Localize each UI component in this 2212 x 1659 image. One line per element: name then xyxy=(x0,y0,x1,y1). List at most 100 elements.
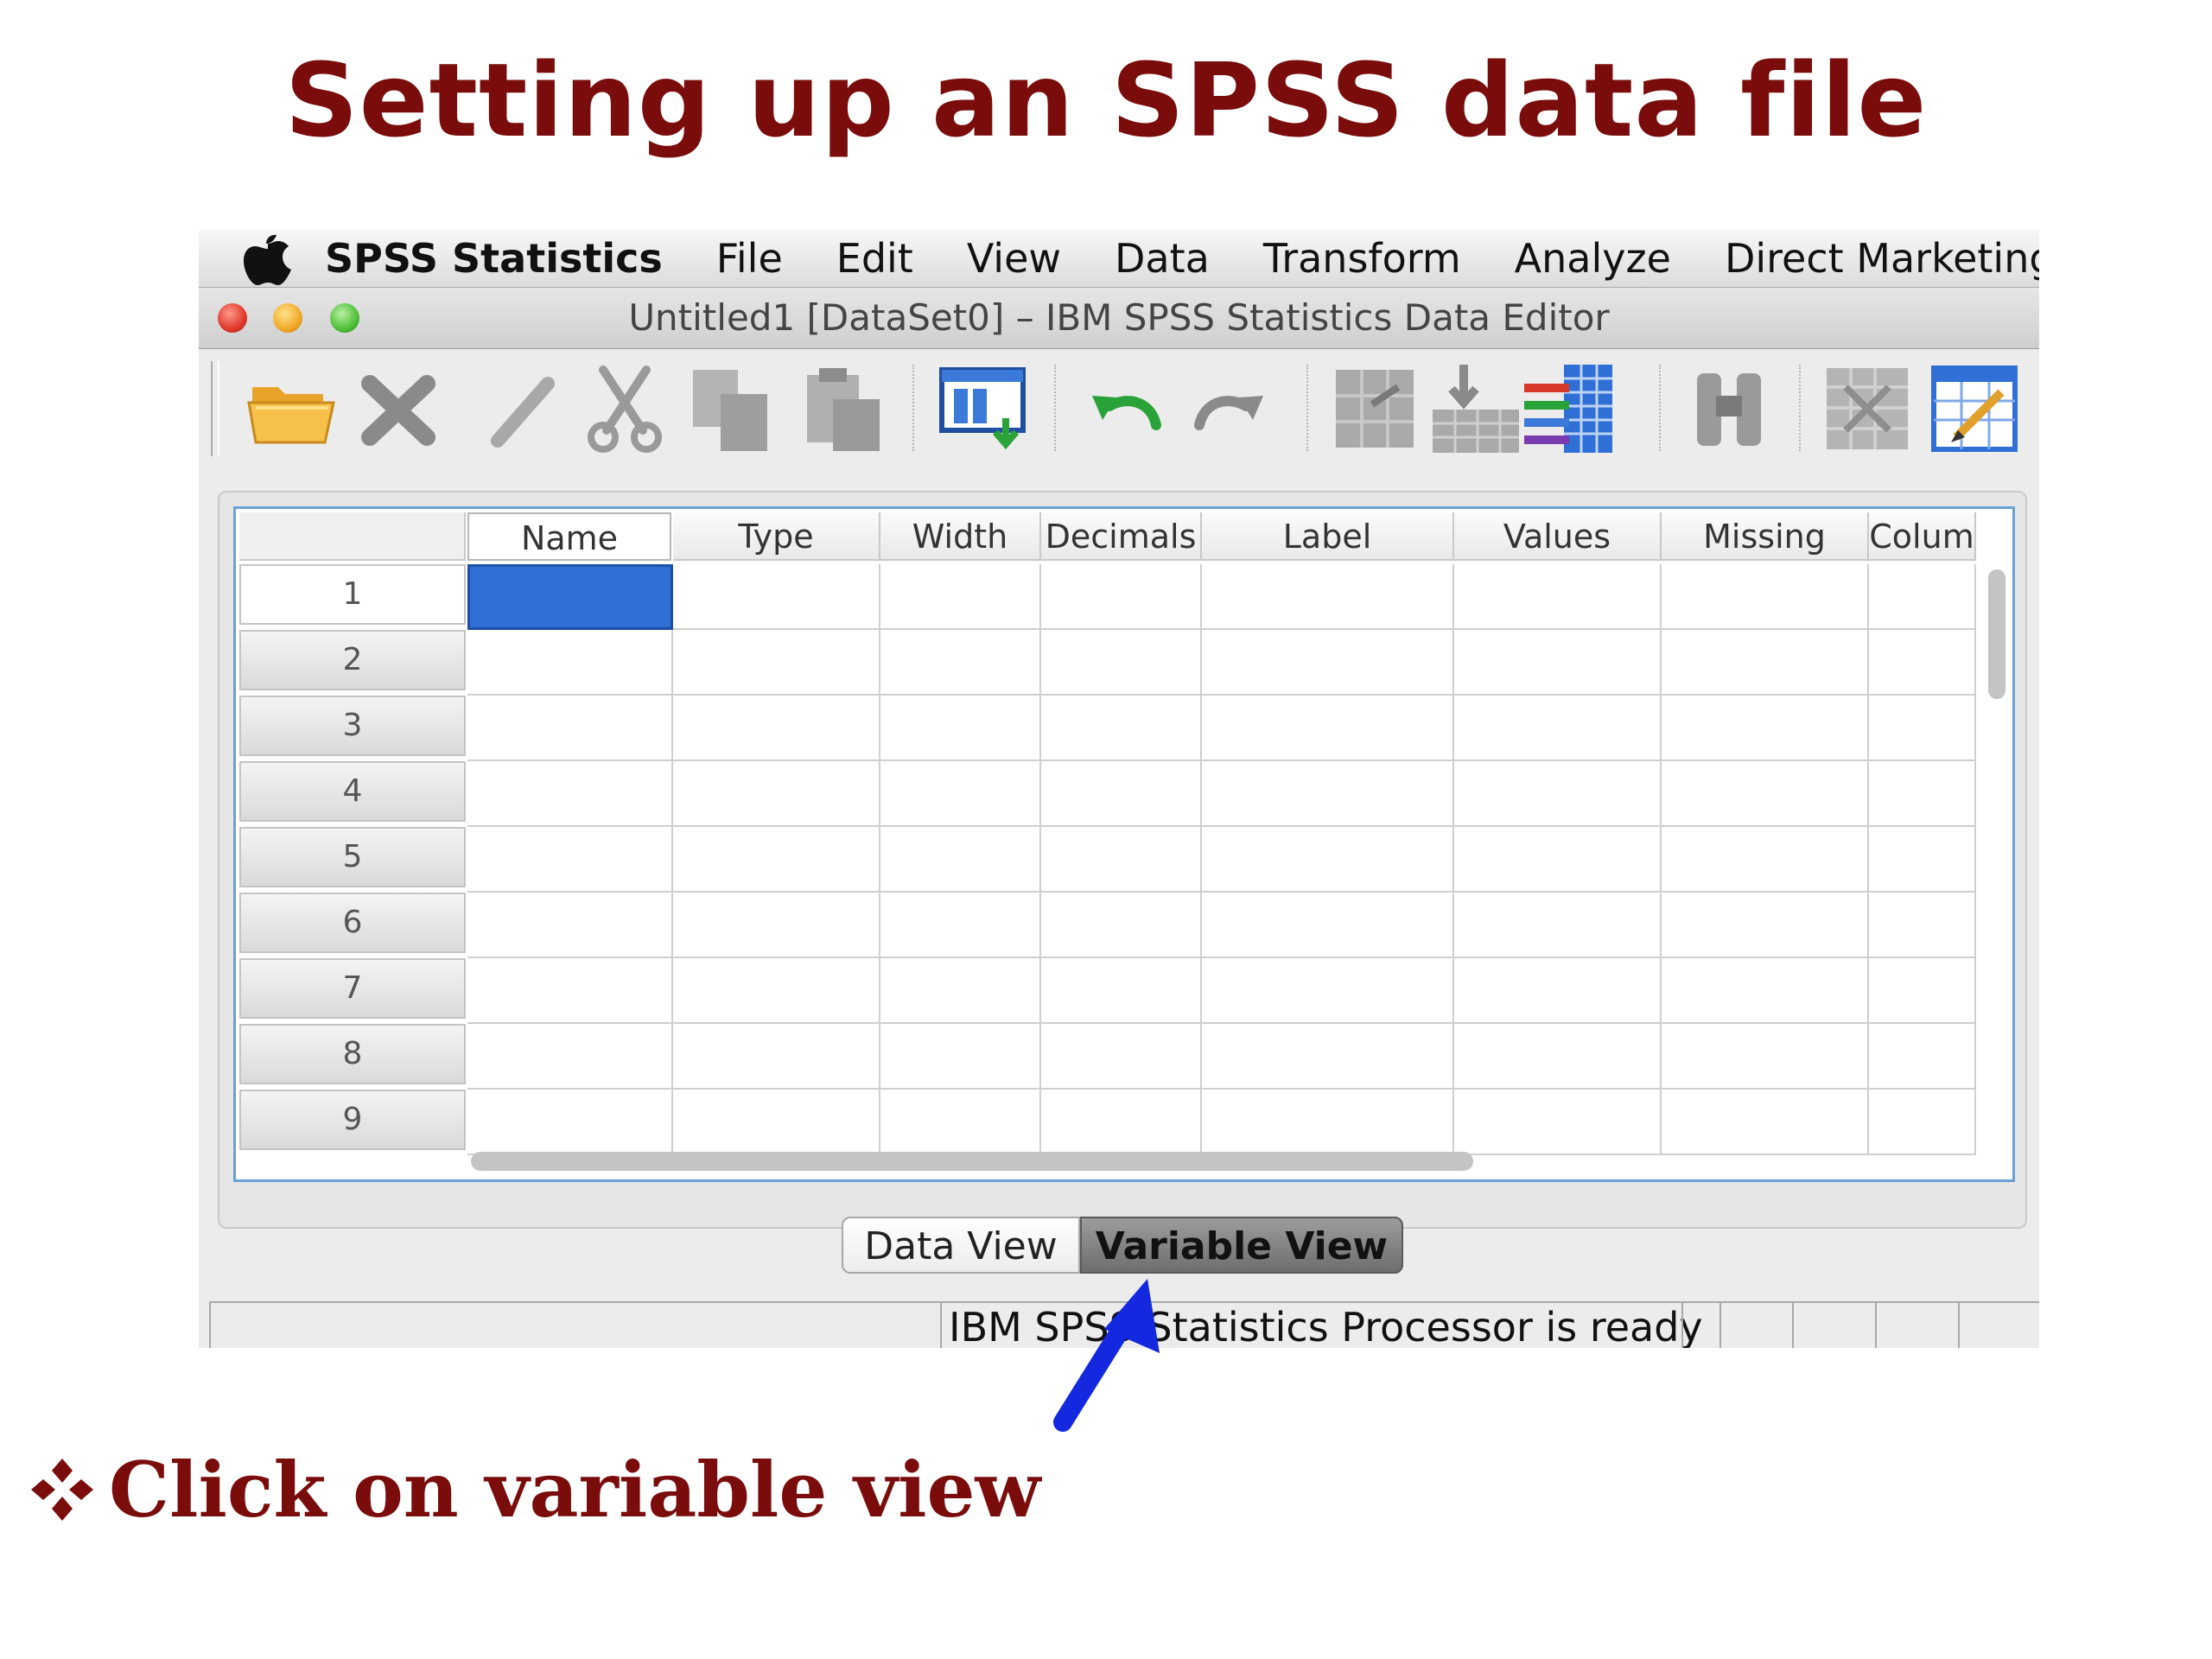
row-header[interactable]: 2 xyxy=(239,630,466,690)
grid-cell[interactable] xyxy=(1202,958,1454,1024)
grid-cell[interactable] xyxy=(1454,696,1662,761)
open-folder-icon[interactable] xyxy=(244,361,339,456)
variable-view-icon[interactable] xyxy=(935,361,1030,456)
grid-cell[interactable] xyxy=(1454,1090,1662,1155)
column-header-type[interactable]: Type xyxy=(673,512,880,561)
row-header[interactable]: 8 xyxy=(239,1024,466,1084)
grid-cell[interactable] xyxy=(1662,761,1869,827)
menu-analyze[interactable]: Analyze xyxy=(1515,235,1671,282)
grid-cell[interactable] xyxy=(1041,761,1202,827)
menu-file[interactable]: File xyxy=(716,235,783,282)
menu-edit[interactable]: Edit xyxy=(836,235,913,282)
grid-cell[interactable] xyxy=(1041,1090,1202,1155)
column-header-name[interactable]: Name xyxy=(467,512,671,561)
grid-cell[interactable] xyxy=(880,630,1041,696)
grid-cell[interactable] xyxy=(1202,1090,1454,1155)
undo-icon[interactable] xyxy=(1077,361,1172,456)
grid-cell[interactable] xyxy=(880,827,1041,893)
grid-cell[interactable] xyxy=(673,564,880,630)
selected-grid-cell[interactable] xyxy=(467,564,673,630)
grid-cell[interactable] xyxy=(880,564,1041,630)
grid-cell[interactable] xyxy=(1662,630,1869,696)
grid-cell[interactable] xyxy=(1662,1024,1869,1090)
grid-cell[interactable] xyxy=(1869,564,1976,630)
row-header[interactable]: 7 xyxy=(239,958,466,1019)
grid-cell[interactable] xyxy=(1869,696,1976,761)
grid-cell[interactable] xyxy=(1869,1024,1976,1090)
column-header-missing[interactable]: Missing xyxy=(1662,512,1869,561)
grid-cell[interactable] xyxy=(673,827,880,893)
grid-cell[interactable] xyxy=(1869,893,1976,958)
horizontal-scrollbar[interactable] xyxy=(471,1152,1473,1171)
close-window-button[interactable] xyxy=(218,303,247,333)
insert-cases-icon[interactable] xyxy=(1429,361,1524,456)
grid-cell[interactable] xyxy=(1202,1024,1454,1090)
grid-cell[interactable] xyxy=(880,958,1041,1024)
minimize-window-button[interactable] xyxy=(273,303,302,333)
grid-cell[interactable] xyxy=(1202,564,1454,630)
grid-cell[interactable] xyxy=(1202,827,1454,893)
grid-cell[interactable] xyxy=(467,696,673,761)
find-icon[interactable] xyxy=(1681,361,1777,456)
grid-cell[interactable] xyxy=(1454,761,1662,827)
grid-cell[interactable] xyxy=(1202,893,1454,958)
grid-cell[interactable] xyxy=(880,1090,1041,1155)
grid-cell[interactable] xyxy=(673,696,880,761)
grid-cell[interactable] xyxy=(880,696,1041,761)
grid-cell[interactable] xyxy=(673,1090,880,1155)
tab-variable-view[interactable]: Variable View xyxy=(1080,1217,1403,1274)
grid-cell[interactable] xyxy=(1454,958,1662,1024)
grid-cell[interactable] xyxy=(880,893,1041,958)
row-header[interactable]: 3 xyxy=(239,696,466,756)
grid-cell[interactable] xyxy=(673,1024,880,1090)
menu-transform[interactable]: Transform xyxy=(1263,235,1461,282)
paste-icon[interactable] xyxy=(795,361,890,456)
menu-direct-marketing[interactable]: Direct Marketing xyxy=(1725,235,2039,282)
grid-cell[interactable] xyxy=(1662,564,1869,630)
grid-cell[interactable] xyxy=(1662,827,1869,893)
tab-data-view[interactable]: Data View xyxy=(842,1217,1080,1274)
grid-cell[interactable] xyxy=(1041,564,1202,630)
grid-cell[interactable] xyxy=(1869,958,1976,1024)
grid-cell[interactable] xyxy=(1041,630,1202,696)
grid-cell[interactable] xyxy=(1041,827,1202,893)
menu-spss-statistics[interactable]: SPSS Statistics xyxy=(325,235,663,282)
grid-cell[interactable] xyxy=(1662,893,1869,958)
insert-variable-icon[interactable] xyxy=(1521,361,1616,456)
grid-cell[interactable] xyxy=(673,761,880,827)
grid-cell[interactable] xyxy=(1041,1024,1202,1090)
grid-cell[interactable] xyxy=(1041,893,1202,958)
redo-icon[interactable] xyxy=(1184,361,1279,456)
row-header[interactable]: 1 xyxy=(239,564,466,625)
grid-cell[interactable] xyxy=(1202,696,1454,761)
grid-cell[interactable] xyxy=(1869,827,1976,893)
grid-cell[interactable] xyxy=(467,893,673,958)
column-header-width[interactable]: Width xyxy=(880,512,1041,561)
menu-view[interactable]: View xyxy=(967,235,1061,282)
delete-icon[interactable] xyxy=(351,361,446,456)
vertical-scrollbar[interactable] xyxy=(1988,569,2005,699)
grid-cell[interactable] xyxy=(673,893,880,958)
grid-cell[interactable] xyxy=(673,958,880,1024)
column-header-label[interactable]: Label xyxy=(1202,512,1454,561)
grid-cell[interactable] xyxy=(467,761,673,827)
menu-data[interactable]: Data xyxy=(1115,235,1210,282)
grid-cell[interactable] xyxy=(467,1024,673,1090)
split-file-icon[interactable] xyxy=(1820,361,1915,456)
grid-cell[interactable] xyxy=(1662,696,1869,761)
column-header-values[interactable]: Values xyxy=(1454,512,1662,561)
grid-cell[interactable] xyxy=(1869,630,1976,696)
grid-cell[interactable] xyxy=(1662,1090,1869,1155)
grid-cell[interactable] xyxy=(1454,827,1662,893)
row-header[interactable]: 9 xyxy=(239,1090,466,1150)
column-header-columns[interactable]: Colum xyxy=(1869,512,1976,561)
row-header[interactable]: 6 xyxy=(239,893,466,953)
grid-cell[interactable] xyxy=(1202,761,1454,827)
grid-cell[interactable] xyxy=(467,958,673,1024)
grid-cell[interactable] xyxy=(1454,630,1662,696)
row-header[interactable]: 5 xyxy=(239,827,466,887)
grid-cell[interactable] xyxy=(1662,958,1869,1024)
value-labels-icon[interactable] xyxy=(1927,361,2022,456)
copy-icon[interactable] xyxy=(683,361,778,456)
row-header[interactable]: 4 xyxy=(239,761,466,822)
